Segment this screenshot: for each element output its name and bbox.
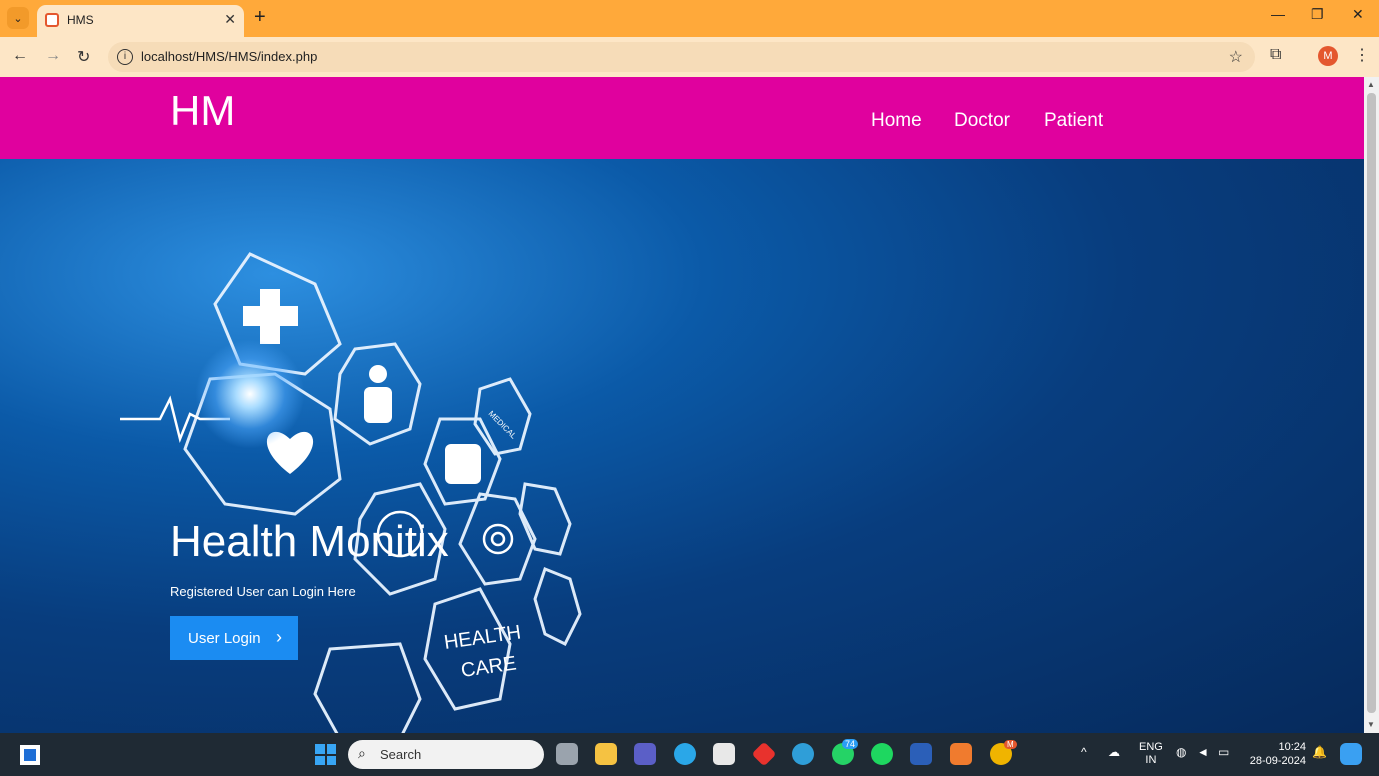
scroll-down-icon[interactable]: ▼ <box>1367 720 1375 729</box>
art-label-medical: MEDICAL <box>487 409 519 441</box>
clock-time: 10:24 <box>1278 741 1306 753</box>
chevron-right-icon: › <box>276 627 282 647</box>
address-bar[interactable]: i localhost/HMS/HMS/index.php ☆ <box>108 42 1255 72</box>
medical-hexagon-illustration: HEALTH CARE MEDICAL <box>120 252 582 733</box>
browser-toolbar: ← → ↻ i localhost/HMS/HMS/index.php ☆ ⧉ … <box>0 37 1379 77</box>
tab-title: HMS <box>67 13 94 27</box>
scroll-thumb[interactable] <box>1367 93 1376 713</box>
whatsapp-badge: 74 <box>842 739 859 749</box>
widgets-icon[interactable] <box>20 745 40 765</box>
nav-doctor-link[interactable]: Doctor <box>954 110 1010 132</box>
site-brand[interactable]: HM <box>170 87 235 135</box>
scroll-up-icon[interactable]: ▲ <box>1367 80 1375 89</box>
hexagon-shape <box>518 482 572 556</box>
volume-icon[interactable]: ◄ <box>1197 745 1209 759</box>
extensions-icon[interactable]: ⧉ <box>1270 46 1281 64</box>
chrome-badge: M <box>1004 740 1017 749</box>
clock-date: 28-09-2024 <box>1249 755 1306 767</box>
browser-tab-bar: ⌄ HMS ✕ + — ❐ ✕ <box>0 0 1379 37</box>
weather-cloud-icon[interactable]: ☁ <box>1108 745 1120 759</box>
user-login-button[interactable]: User Login › <box>170 616 298 660</box>
browser-menu-icon[interactable]: ⋮ <box>1354 45 1370 65</box>
file-explorer-icon[interactable] <box>595 743 617 765</box>
forward-icon[interactable]: → <box>45 47 61 65</box>
lang-line1: ENG <box>1139 741 1163 753</box>
clock[interactable]: 10:24 28-09-2024 <box>1248 740 1306 768</box>
anydesk-icon[interactable] <box>751 741 777 767</box>
search-icon: ⌕ <box>358 745 366 761</box>
site-header: HM Home Doctor Patient <box>0 77 1364 159</box>
help-icon[interactable] <box>674 743 696 765</box>
taskbar-search[interactable]: ⌕ Search <box>348 740 544 769</box>
reload-icon[interactable]: ↻ <box>77 47 90 67</box>
target-shape <box>490 531 506 547</box>
hero-title: Health Monitix <box>170 517 449 566</box>
hero-subtitle: Registered User can Login Here <box>170 584 356 599</box>
spotify-icon[interactable] <box>871 743 893 765</box>
art-label-care: CARE <box>460 652 518 682</box>
person-body-shape <box>364 387 392 423</box>
cross-shape <box>243 306 298 326</box>
browser-tab[interactable]: HMS ✕ <box>37 5 244 37</box>
windows-taskbar: ⌕ Search 74 M ^ ☁ ENG IN ◍ ◄ ▭ 10:24 28-… <box>0 733 1379 776</box>
bookmark-star-icon[interactable]: ☆ <box>1229 47 1243 67</box>
windows-start-icon[interactable] <box>315 744 336 765</box>
minimize-icon[interactable]: — <box>1271 6 1285 22</box>
nav-patient-link[interactable]: Patient <box>1044 110 1103 132</box>
edge-icon[interactable] <box>792 743 814 765</box>
xampp-icon[interactable] <box>950 743 972 765</box>
teams-icon[interactable] <box>634 743 656 765</box>
tab-search-icon[interactable]: ⌄ <box>7 7 29 29</box>
close-window-icon[interactable]: ✕ <box>1352 6 1364 23</box>
user-login-label: User Login <box>188 629 261 647</box>
task-view-icon[interactable] <box>556 743 578 765</box>
copilot-icon[interactable] <box>1340 743 1362 765</box>
person-head-shape <box>369 365 387 383</box>
restore-icon[interactable]: ❐ <box>1311 6 1324 23</box>
light-glow <box>195 339 305 449</box>
target-shape <box>482 523 514 555</box>
hexagon-shape <box>473 377 532 456</box>
lang-line2: IN <box>1145 754 1157 766</box>
battery-icon[interactable]: ▭ <box>1218 745 1229 759</box>
xampp-favicon-icon <box>45 13 59 27</box>
page-scrollbar[interactable]: ▲ ▼ <box>1364 77 1379 733</box>
hero-banner: HEALTH CARE MEDICAL Health Monitix Regis… <box>0 159 1364 733</box>
profile-avatar[interactable]: M <box>1318 46 1338 66</box>
back-icon[interactable]: ← <box>12 47 28 65</box>
nav-home-link[interactable]: Home <box>871 110 922 132</box>
language-indicator[interactable]: ENG IN <box>1139 741 1163 767</box>
network-icon[interactable]: ◍ <box>1176 745 1186 759</box>
site-info-icon[interactable]: i <box>117 49 133 65</box>
notification-bell-icon[interactable]: 🔔 <box>1312 745 1327 759</box>
new-tab-icon[interactable]: + <box>254 6 266 28</box>
word-icon[interactable] <box>910 743 932 765</box>
microsoft-store-icon[interactable] <box>713 743 735 765</box>
hexagon-shape <box>533 567 582 647</box>
taskbar-search-placeholder: Search <box>380 747 422 762</box>
hexagon-shape <box>458 492 537 586</box>
tab-close-icon[interactable]: ✕ <box>224 11 236 28</box>
hexagon-shape <box>313 642 422 733</box>
page-viewport: HM Home Doctor Patient HEALTH CARE MEDIC… <box>0 77 1364 733</box>
medkit-shape <box>445 444 481 484</box>
tray-overflow-icon[interactable]: ^ <box>1081 745 1087 759</box>
url-text[interactable]: localhost/HMS/HMS/index.php <box>141 49 317 64</box>
